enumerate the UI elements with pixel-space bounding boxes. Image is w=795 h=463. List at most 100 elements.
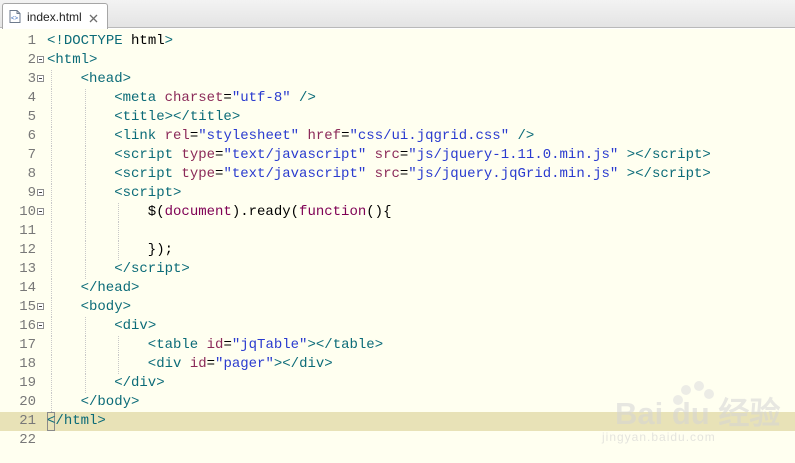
code-token: "css/ui.jqgrid.css" bbox=[349, 128, 510, 144]
code-token: head bbox=[97, 280, 132, 296]
code-token: link bbox=[122, 128, 157, 144]
code-token: type bbox=[181, 147, 216, 163]
code-line[interactable]: 8 <script type="text/javascript" src="js/… bbox=[0, 165, 795, 184]
code-token: = bbox=[223, 90, 232, 106]
indent-guide bbox=[84, 203, 86, 222]
code-line[interactable]: 3 <head> bbox=[0, 70, 795, 89]
indent-guide bbox=[51, 203, 52, 222]
line-number: 4 bbox=[27, 90, 36, 106]
code-token: < bbox=[147, 356, 157, 372]
code-token: > bbox=[324, 356, 333, 372]
code-text: <table id="jqTable"></table> bbox=[148, 336, 383, 355]
indent-guide bbox=[84, 127, 86, 146]
code-token: table bbox=[332, 337, 375, 353]
code-line[interactable]: 7 <script type="text/javascript" src="js/… bbox=[0, 146, 795, 165]
line-number: 17 bbox=[19, 337, 36, 353]
indent-guide bbox=[84, 374, 86, 393]
code-token: > bbox=[231, 109, 241, 125]
code-token: = bbox=[223, 337, 232, 353]
code-token: < bbox=[114, 109, 123, 125]
code-token: </ bbox=[47, 413, 64, 429]
code-line[interactable]: 15 <body> bbox=[0, 298, 795, 317]
code-text: </script> bbox=[114, 260, 190, 279]
code-text: <script type="text/javascript" src="js/j… bbox=[114, 165, 711, 184]
indent-guide bbox=[51, 317, 52, 336]
code-token: script bbox=[122, 185, 174, 201]
indent-guide bbox=[51, 336, 52, 355]
fold-minus-icon[interactable] bbox=[37, 75, 44, 82]
code-token: body bbox=[89, 299, 123, 315]
code-token: div bbox=[156, 356, 182, 372]
line-number: 6 bbox=[27, 128, 36, 144]
fold-minus-icon[interactable] bbox=[37, 189, 44, 196]
code-token: document bbox=[164, 204, 232, 220]
indent-guide bbox=[51, 89, 52, 108]
indent-guide bbox=[51, 184, 52, 203]
indent-guide bbox=[51, 279, 52, 298]
code-text: <body> bbox=[81, 298, 131, 317]
code-line[interactable]: 18 <div id="pager"></div> bbox=[0, 355, 795, 374]
code-line[interactable]: 12}); bbox=[0, 241, 795, 260]
line-number: 11 bbox=[19, 223, 36, 239]
code-token: > bbox=[164, 33, 174, 49]
code-line[interactable]: 1 <!DOCTYPE html> bbox=[0, 32, 795, 51]
code-token: > bbox=[702, 147, 711, 163]
code-token: /> bbox=[517, 128, 535, 144]
code-token: > bbox=[122, 71, 132, 87]
code-token: title bbox=[189, 109, 232, 125]
code-text: <head> bbox=[81, 70, 131, 89]
code-line[interactable]: 13 </script> bbox=[0, 260, 795, 279]
indent-guide bbox=[84, 241, 86, 260]
code-token: < bbox=[114, 185, 123, 201]
code-line[interactable]: 14 </head> bbox=[0, 279, 795, 298]
line-number: 14 bbox=[19, 280, 36, 296]
code-text: <title></title> bbox=[114, 108, 240, 127]
code-line[interactable]: 16 <div> bbox=[0, 317, 795, 336]
code-text: <div> bbox=[114, 317, 156, 336]
code-token: < bbox=[114, 128, 123, 144]
code-token: }); bbox=[147, 242, 174, 258]
indent-guide bbox=[51, 393, 52, 412]
code-line[interactable]: 2 <html> bbox=[0, 51, 795, 70]
indent-guide bbox=[51, 165, 52, 184]
tab-index-html[interactable]: <> index.html bbox=[2, 3, 108, 29]
indent-guide bbox=[84, 108, 86, 127]
fold-minus-icon[interactable] bbox=[37, 303, 44, 310]
fold-minus-icon[interactable] bbox=[37, 322, 44, 329]
line-number: 20 bbox=[19, 394, 36, 410]
code-token: id bbox=[206, 337, 224, 353]
code-text: <link rel="stylesheet" href="css/ui.jqgr… bbox=[114, 127, 534, 146]
code-line[interactable]: 10 $(document).ready(function(){ bbox=[0, 203, 795, 222]
code-line[interactable]: 6 <link rel="stylesheet" href="css/ui.jqg… bbox=[0, 127, 795, 146]
code-token: src bbox=[374, 166, 400, 182]
code-line[interactable]: 9 <script> bbox=[0, 184, 795, 203]
fold-minus-icon[interactable] bbox=[37, 56, 44, 63]
line-number: 16 bbox=[19, 318, 36, 334]
code-token: id bbox=[189, 356, 207, 372]
code-token: < bbox=[114, 147, 123, 163]
code-line[interactable]: 4 <meta charset="utf-8" /> bbox=[0, 89, 795, 108]
code-token: "text/javascript" bbox=[223, 147, 367, 163]
code-token: ></ bbox=[273, 356, 300, 372]
code-token: </ bbox=[114, 261, 131, 277]
fold-minus-icon[interactable] bbox=[37, 208, 44, 215]
code-line[interactable]: 5 <title></title> bbox=[0, 108, 795, 127]
indent-guide bbox=[118, 241, 120, 260]
indent-guide bbox=[84, 260, 86, 279]
indent-guide bbox=[84, 89, 86, 108]
code-line[interactable]: 11 bbox=[0, 222, 795, 241]
code-token: ></ bbox=[626, 166, 652, 182]
code-token: < bbox=[147, 337, 157, 353]
code-text: <!DOCTYPE html> bbox=[47, 32, 173, 51]
code-token: function bbox=[299, 204, 367, 220]
code-line[interactable]: 17 <table id="jqTable"></table> bbox=[0, 336, 795, 355]
indent-guide bbox=[84, 146, 86, 165]
indent-guide bbox=[51, 127, 52, 146]
close-icon[interactable] bbox=[89, 12, 98, 23]
line-number: 10 bbox=[19, 204, 36, 220]
code-token: > bbox=[122, 299, 132, 315]
